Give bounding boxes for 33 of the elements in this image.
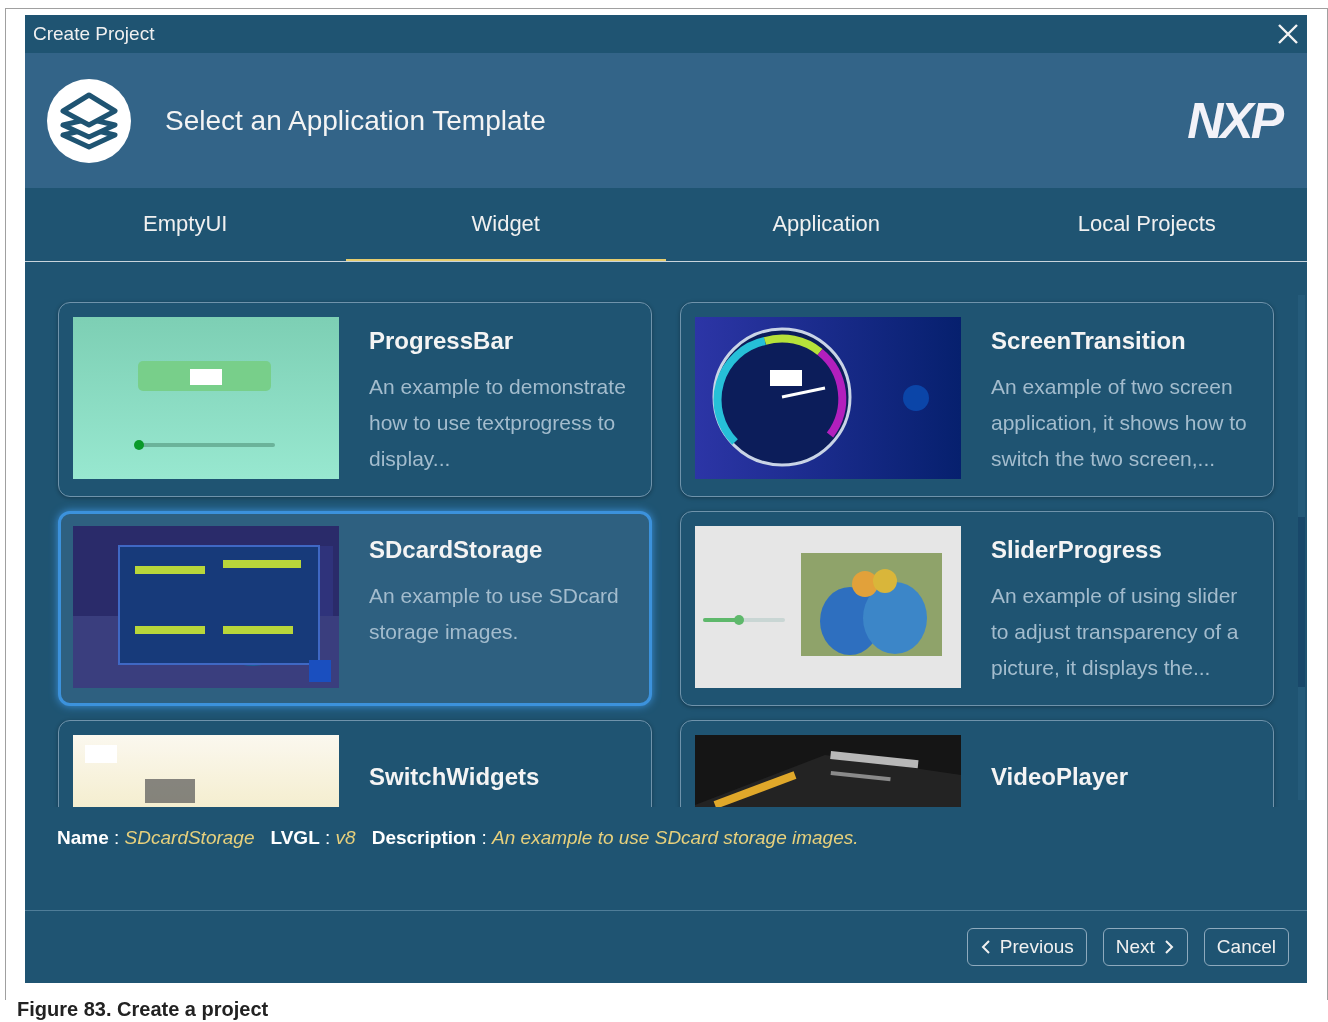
close-button[interactable] — [1277, 23, 1299, 45]
template-name: SDcardStorage — [369, 536, 544, 564]
template-name: SwitchWidgets — [369, 763, 541, 791]
template-card[interactable]: SliderProgress An example of using slider to adjust transparency of a picture, it displays the... — [680, 511, 1274, 706]
template-description: An example to demonstrate how to use textprogress to display... — [369, 374, 627, 472]
tab[interactable]: Application — [666, 188, 987, 261]
previous-button[interactable]: Previous — [966, 928, 1087, 966]
template-card[interactable]: ProgressBar An example to demonstrate how to use textprogress to display... — [58, 302, 652, 497]
tab[interactable]: EmptyUI — [25, 188, 346, 261]
template-card[interactable]: SDcardStorage An example to use SDcard storage images. — [58, 511, 652, 706]
template-card[interactable]: VideoPlayer — [680, 720, 1274, 807]
cancel-button[interactable]: Cancel — [1203, 928, 1289, 966]
window-title: Create Project — [33, 23, 155, 45]
template-name: SliderProgress — [991, 536, 1163, 564]
template-description: An example to use SDcard storage images. — [369, 583, 620, 645]
chevron-left-icon — [979, 939, 992, 955]
template-name: ProgressBar — [369, 327, 515, 355]
figure-caption: Figure 83. Create a project — [17, 999, 269, 1019]
next-button[interactable]: Next — [1102, 928, 1188, 966]
tab[interactable]: Local Projects — [986, 188, 1307, 261]
template-card[interactable]: SwitchWidgets — [58, 720, 652, 807]
template-name: VideoPlayer — [991, 763, 1129, 791]
info-field: LVGL : v8 — [270, 827, 356, 890]
template-description: An example of two screen application, it shows how to switch the two screen,... — [991, 374, 1248, 472]
dialog-heading: Select an Application Template — [165, 104, 547, 137]
template-card[interactable]: ScreenTransition An example of two screen application, it shows how to switch the two screen,... — [680, 302, 1274, 497]
logo: NXP — [1187, 91, 1281, 150]
chevron-right-icon — [1162, 939, 1175, 955]
template-description: An example of using slider to adjust transparency of a picture, it displays the... — [991, 583, 1240, 681]
tab[interactable]: Widget — [345, 188, 666, 261]
info-field: Name : SDcardStorage — [57, 827, 255, 890]
info-field: Description : An example to use SDcard storage images. — [371, 827, 859, 890]
template-name: ScreenTransition — [991, 327, 1187, 355]
